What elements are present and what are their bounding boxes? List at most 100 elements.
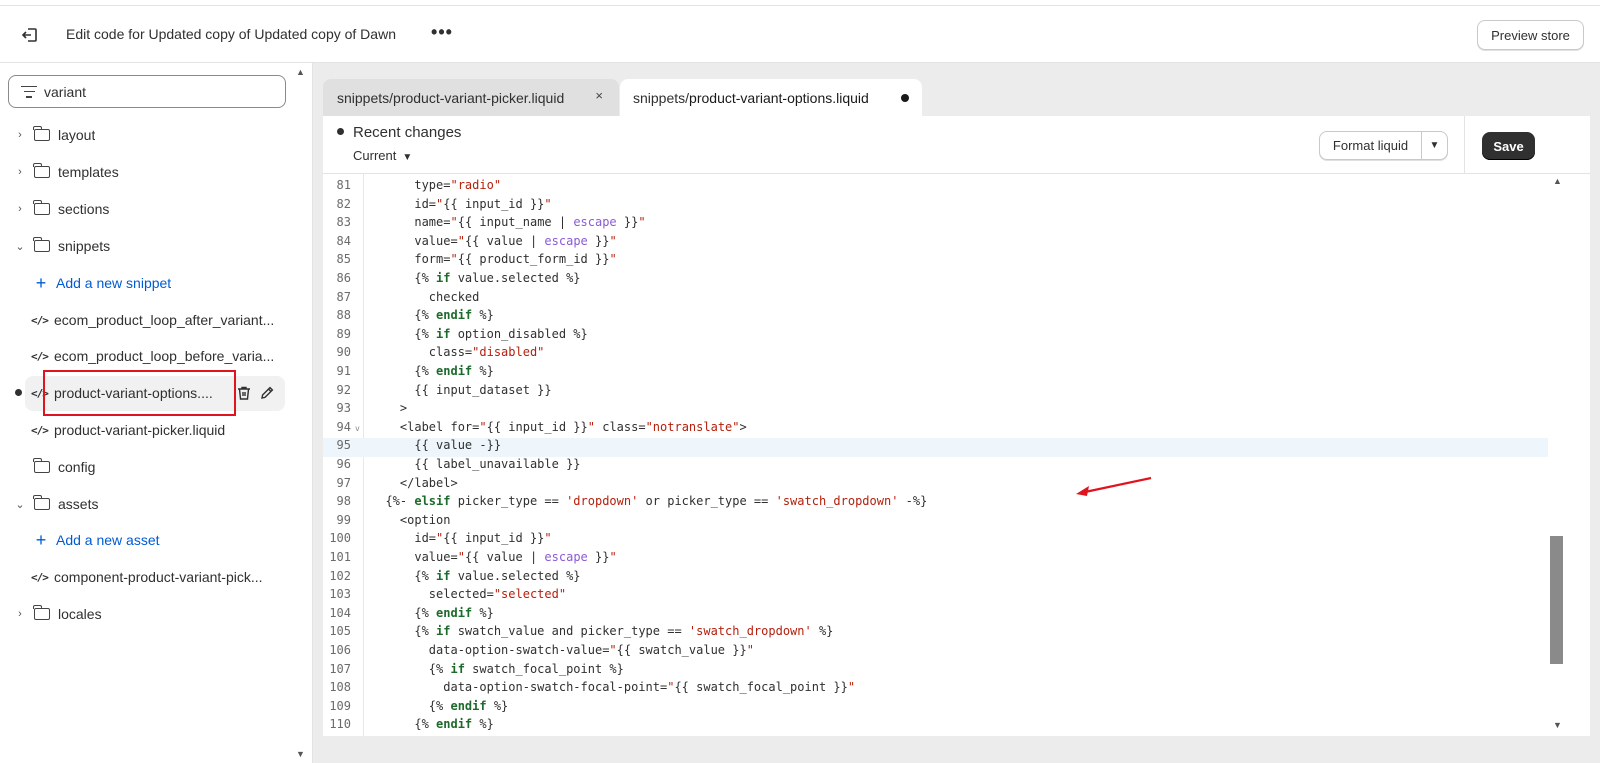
code-text: {% if swatch_value and picker_type == 's…	[371, 624, 834, 639]
recent-changes-dot	[337, 128, 344, 135]
file-item[interactable]: </> product-variant-picker.liquid	[0, 415, 225, 445]
folder-layout[interactable]: › layout	[0, 120, 95, 150]
add-snippet-link[interactable]: + Add a new snippet	[0, 268, 171, 298]
code-line[interactable]: 100 id="{{ input_id }}"	[323, 531, 1548, 550]
code-line[interactable]: 81 type="radio"	[323, 178, 1548, 197]
folder-assets[interactable]: ⌄ assets	[0, 489, 98, 519]
code-line[interactable]: 110 {% endif %}	[323, 717, 1548, 736]
code-line[interactable]: 108 data-option-swatch-focal-point="{{ s…	[323, 680, 1548, 699]
scroll-down-icon[interactable]: ▼	[1553, 720, 1562, 730]
exit-icon	[21, 28, 37, 42]
format-liquid-button[interactable]: Format liquid ▼	[1319, 131, 1448, 160]
code-line[interactable]: 106 data-option-swatch-value="{{ swatch_…	[323, 643, 1548, 662]
line-number: 94	[336, 419, 351, 434]
scroll-down-icon[interactable]: ▼	[296, 749, 305, 759]
code-line[interactable]: 84 value="{{ value | escape }}"	[323, 234, 1548, 253]
preview-store-button[interactable]: Preview store	[1477, 20, 1584, 50]
add-asset-link[interactable]: + Add a new asset	[0, 525, 160, 555]
code-line[interactable]: 82 id="{{ input_id }}"	[323, 197, 1548, 216]
line-number: 107	[329, 661, 351, 676]
code-line[interactable]: 107 {% if swatch_focal_point %}	[323, 662, 1548, 681]
code-line[interactable]: 95 {{ value -}}	[323, 438, 1548, 457]
code-text: selected="selected"	[371, 587, 567, 602]
folder-sections[interactable]: › sections	[0, 194, 109, 224]
code-text: id="{{ input_id }}"	[371, 531, 552, 546]
code-line[interactable]: 88 {% endif %}	[323, 308, 1548, 327]
code-text: {% if value.selected %}	[371, 271, 581, 285]
code-line[interactable]: 90 class="disabled"	[323, 345, 1548, 364]
close-tab-icon[interactable]: ×	[595, 88, 603, 103]
code-line[interactable]: 109 {% endif %}	[323, 699, 1548, 718]
code-line[interactable]: 102 {% if value.selected %}	[323, 569, 1548, 588]
code-line[interactable]: 91 {% endif %}	[323, 364, 1548, 383]
chevron-down-icon: ⌄	[15, 498, 25, 511]
scrollbar-thumb[interactable]	[1550, 536, 1563, 664]
line-number: 99	[336, 512, 351, 527]
tab-filename: product-variant-options.liquid	[689, 89, 869, 106]
code-line[interactable]: 103 selected="selected"	[323, 587, 1548, 606]
fold-chevron-icon[interactable]: v	[355, 424, 360, 433]
version-select[interactable]: Current ▼	[353, 148, 412, 163]
code-line[interactable]: 98 {%- elsif picker_type == 'dropdown' o…	[323, 494, 1548, 513]
code-line[interactable]: 86 {% if value.selected %}	[323, 271, 1548, 290]
code-text: id="{{ input_id }}"	[371, 196, 552, 211]
editor-scrollbar[interactable]: ▲ ▼	[1550, 174, 1566, 736]
file-label: component-product-variant-pick...	[54, 569, 263, 585]
folder-templates[interactable]: › templates	[0, 157, 119, 187]
delete-button[interactable]	[236, 385, 252, 401]
tab-product-variant-options[interactable]: snippets/product-variant-options.liquid	[620, 79, 922, 116]
code-line[interactable]: 83 name="{{ input_name | escape }}"	[323, 215, 1548, 234]
line-number: 90	[336, 345, 351, 360]
code-line[interactable]: 94 v <label for="{{ input_id }}" class="n…	[323, 420, 1548, 439]
line-number: 96	[336, 457, 351, 471]
scroll-up-icon[interactable]: ▲	[296, 67, 305, 77]
code-line[interactable]: 85 form="{{ product_form_id }}"	[323, 252, 1548, 271]
rename-button[interactable]	[259, 385, 275, 401]
code-line[interactable]: 87 checked	[323, 290, 1548, 309]
folder-icon	[33, 200, 50, 215]
code-line[interactable]: 101 value="{{ value | escape }}"	[323, 550, 1548, 569]
format-liquid-label[interactable]: Format liquid	[1320, 132, 1422, 159]
file-item[interactable]: </> ecom_product_loop_after_variant...	[0, 305, 274, 335]
folder-icon	[33, 163, 50, 178]
code-editor[interactable]: 81 type="radio" 82 id="{{ input_id }}" 83 …	[323, 174, 1548, 736]
more-actions-button[interactable]: •••	[430, 22, 454, 46]
folder-config[interactable]: config	[0, 452, 95, 482]
code-line[interactable]: 104 {% endif %}	[323, 606, 1548, 625]
exit-button[interactable]	[18, 23, 42, 47]
file-label: ecom_product_loop_before_varia...	[54, 348, 275, 364]
code-text: {% if value.selected %}	[371, 568, 581, 583]
line-number: 97	[336, 475, 351, 490]
line-number: 85	[336, 252, 351, 267]
folder-snippets[interactable]: ⌄ snippets	[0, 231, 110, 261]
chevron-down-icon: ⌄	[15, 240, 25, 253]
code-line[interactable]: 105 {% if swatch_value and picker_type =…	[323, 624, 1548, 643]
code-line[interactable]: 93 >	[323, 401, 1548, 420]
line-number: 83	[336, 215, 351, 230]
chevron-down-icon[interactable]: ▼	[1422, 132, 1447, 159]
file-search-input[interactable]: variant	[8, 75, 286, 108]
code-text: >	[371, 401, 408, 416]
folder-label: layout	[58, 127, 96, 143]
tab-product-variant-picker[interactable]: snippets/product-variant-picker.liquid ×	[323, 79, 619, 116]
file-item[interactable]: </> component-product-variant-pick...	[0, 562, 263, 592]
code-line[interactable]: 89 {% if option_disabled %}	[323, 327, 1548, 346]
code-text: {{ input_dataset }}	[371, 382, 552, 397]
line-number: 91	[336, 364, 351, 378]
code-text: value="{{ value | escape }}"	[371, 233, 617, 248]
folder-locales[interactable]: › locales	[0, 599, 102, 629]
code-text: data-option-swatch-focal-point="{{ swatc…	[371, 680, 856, 695]
code-line[interactable]: 92 {{ input_dataset }}	[323, 383, 1548, 402]
save-button[interactable]: Save	[1482, 132, 1535, 160]
code-line[interactable]: 97 </label>	[323, 476, 1548, 495]
scroll-up-icon[interactable]: ▲	[1553, 176, 1562, 186]
line-number: 102	[329, 568, 351, 583]
line-number: 103	[329, 587, 351, 602]
line-number: 106	[329, 643, 351, 657]
folder-icon	[33, 237, 50, 252]
file-item[interactable]: </> ecom_product_loop_before_varia...	[0, 341, 274, 371]
code-line[interactable]: 96 {{ label_unavailable }}	[323, 457, 1548, 476]
add-snippet-label: Add a new snippet	[56, 275, 172, 291]
code-line[interactable]: 99 <option	[323, 513, 1548, 532]
line-number: 109	[329, 698, 351, 713]
